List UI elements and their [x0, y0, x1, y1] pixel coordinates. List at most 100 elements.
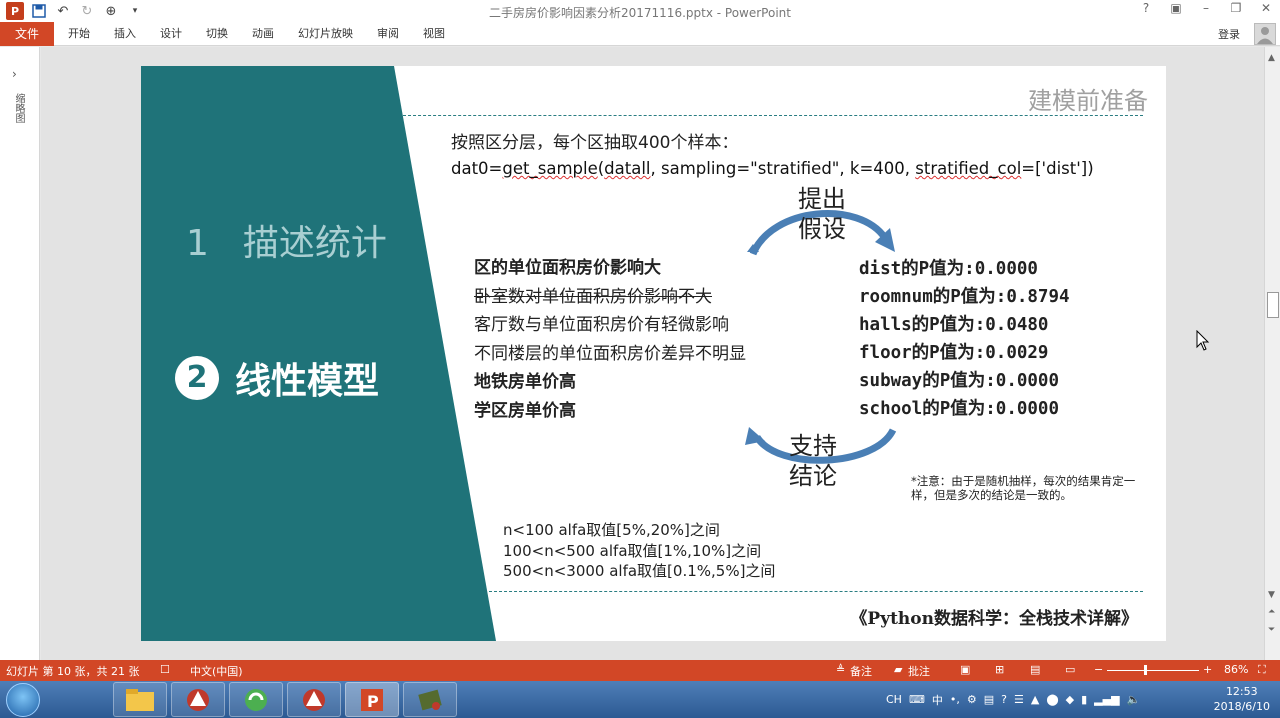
network-monitor-icon[interactable]: ◆ [1066, 693, 1074, 706]
section-nav-1: 1 描述统计 [186, 214, 387, 266]
system-tray: CH ⌨ 中 •, ⚙ ▤ ? ☰ ▲ ⬤ ◆ ▮ ▂▄▆ 🔈 [886, 681, 1140, 718]
title-bar: P ↶ ↻ ⊕ ▾ 二手房房价影响因素分析20171116.pptx - Pow… [0, 0, 1280, 22]
p-value-list: dist的P值为:0.0000 roomnum的P值为:0.8794 halls… [859, 255, 1070, 423]
zoom-out-icon[interactable]: − [1094, 663, 1103, 676]
next-slide-icon[interactable]: ⏷ [1268, 625, 1275, 635]
show-hidden-icons[interactable]: ▲ [1031, 693, 1039, 706]
menu-tray-icon[interactable]: ☰ [1014, 693, 1024, 706]
slide-sorter-icon[interactable]: ⊞ [995, 663, 1004, 676]
sampling-code: dat0=get_sample(datall, sampling="strati… [451, 159, 1094, 178]
slide-counter: 幻灯片 第 10 张，共 21 张 [6, 665, 140, 678]
slide-heading: 建模前准备 [1028, 87, 1148, 115]
restore-icon[interactable]: ❐ [1228, 1, 1244, 15]
input-mode[interactable]: 中 [932, 692, 943, 708]
start-button-icon[interactable] [6, 683, 40, 717]
comments-icon[interactable]: ▰ [894, 663, 902, 676]
sync-app-icon[interactable] [229, 682, 283, 717]
keyboard-icon[interactable]: ⌨ [909, 693, 925, 706]
conclusion-label: 支持 结论 [789, 432, 837, 490]
app-icon[interactable] [171, 682, 225, 717]
p-value-item: floor的P值为:0.0029 [859, 343, 1049, 363]
section-label-2: 线性模型 [235, 361, 380, 402]
close-icon[interactable]: ✕ [1258, 1, 1274, 15]
tab-transitions[interactable]: 切换 [194, 22, 240, 46]
scroll-thumb[interactable] [1267, 292, 1279, 318]
finding-item: 卧室数对单位面积房价影响不大 [474, 286, 712, 307]
tab-file[interactable]: 文件 [0, 22, 54, 46]
divider-bottom [489, 591, 1143, 592]
previous-slide-icon[interactable]: ⏶ [1268, 607, 1275, 617]
section-number-2: 2 [175, 356, 219, 400]
p-value-item: roomnum的P值为:0.8794 [859, 287, 1070, 307]
file-explorer-icon[interactable] [113, 682, 167, 717]
spellcheck-icon[interactable]: ☐ [160, 663, 170, 676]
p-value-item: halls的P值为:0.0480 [859, 315, 1049, 335]
ime-indicator[interactable]: CH [886, 693, 902, 706]
clock[interactable]: 12:53 2018/6/10 [1214, 684, 1270, 714]
scroll-up-icon[interactable]: ▲ [1268, 53, 1275, 63]
reading-view-icon[interactable]: ▤ [1030, 663, 1040, 676]
comments-button[interactable]: 批注 [908, 663, 930, 679]
finding-item: 不同楼层的单位面积房价差异不明显 [474, 343, 746, 364]
scroll-down-icon[interactable]: ▼ [1268, 590, 1275, 600]
tab-insert[interactable]: 插入 [102, 22, 148, 46]
normal-view-icon[interactable]: ▣ [960, 663, 970, 676]
tab-design[interactable]: 设计 [148, 22, 194, 46]
expand-thumbnails-icon[interactable]: › [12, 67, 17, 81]
signal-icon[interactable]: ▂▄▆ [1094, 693, 1119, 706]
zoom-in-icon[interactable]: + [1203, 663, 1212, 676]
p-value-item: subway的P值为:0.0000 [859, 371, 1060, 391]
section-nav-2: 2 线性模型 [175, 352, 379, 404]
app-icon[interactable] [287, 682, 341, 717]
thumbnail-pane: › 缩略图 [0, 47, 40, 660]
help-tray-icon[interactable]: ? [1001, 693, 1007, 706]
hypothesis-label: 提出 假设 [798, 185, 846, 243]
battery-icon[interactable]: ▮ [1081, 693, 1087, 706]
random-sampling-note: *注意：由于是随机抽样，每次的结果肯定一样，但是多次的结论是一致的。 [911, 474, 1136, 502]
findings-list: 区的单位面积房价影响大 卧室数对单位面积房价影响不大 客厅数与单位面积房价有轻微… [474, 254, 746, 425]
alfa-rule: n<100 alfa取值[5%,20%]之间 [503, 521, 720, 539]
volume-icon[interactable]: 🔈 [1127, 693, 1141, 706]
vertical-scrollbar[interactable]: ▲ ▼ ⏶ ⏷ [1264, 47, 1280, 660]
slideshow-view-icon[interactable]: ▭ [1065, 663, 1075, 676]
book-title: 《Python数据科学：全栈技术详解》 [850, 609, 1138, 629]
code-function: get_sample [502, 159, 598, 178]
tab-view[interactable]: 视图 [411, 22, 457, 46]
help-icon[interactable]: ? [1138, 1, 1154, 15]
security-icon[interactable]: ⬤ [1046, 693, 1058, 706]
tab-review[interactable]: 审阅 [365, 22, 411, 46]
alfa-rule: 100<n<500 alfa取值[1%,10%]之间 [503, 541, 762, 560]
ribbon-tabs: 文件 开始 插入 设计 切换 动画 幻灯片放映 审阅 视图 登录 [0, 22, 1280, 46]
zoom-slider-handle[interactable] [1144, 665, 1147, 675]
notes-button[interactable]: 备注 [850, 663, 872, 679]
sign-in-link[interactable]: 登录 [1218, 26, 1240, 42]
notes-icon[interactable]: ≜ [836, 663, 845, 676]
tab-animations[interactable]: 动画 [240, 22, 286, 46]
window-title: 二手房房价影响因素分析20171116.pptx - PowerPoint [489, 6, 791, 20]
mouse-cursor-icon [1196, 330, 1210, 351]
fit-slide-icon[interactable]: ⛶ [1258, 663, 1266, 677]
ribbon-display-icon[interactable]: ▣ [1168, 1, 1184, 15]
p-value-item: school的P值为:0.0000 [859, 399, 1060, 419]
media-app-icon[interactable] [403, 682, 457, 717]
tab-slideshow[interactable]: 幻灯片放映 [286, 22, 365, 46]
taskbar: P CH ⌨ 中 •, ⚙ ▤ ? ☰ ▲ ⬤ ◆ ▮ ▂▄▆ 🔈 12:53 … [0, 681, 1280, 718]
finding-item: 学区房单价高 [474, 400, 576, 421]
section-label-1: 描述统计 [242, 223, 387, 264]
settings-icon[interactable]: ⚙ [967, 693, 977, 706]
softkeyboard-icon[interactable]: ▤ [984, 693, 994, 706]
language-indicator[interactable]: 中文(中国) [190, 663, 243, 679]
punctuation-icon[interactable]: •, [950, 693, 960, 706]
code-keyword: stratified_col [915, 159, 1022, 178]
finding-item: 客厅数与单位面积房价有轻微影响 [474, 315, 729, 335]
finding-item: 地铁房单价高 [474, 372, 576, 392]
alfa-rules: n<100 alfa取值[5%,20%]之间 100<n<500 alfa取值[… [503, 520, 775, 582]
minimize-icon[interactable]: – [1198, 1, 1214, 15]
svg-text:P: P [367, 692, 379, 711]
avatar-icon[interactable] [1254, 23, 1276, 45]
zoom-slider[interactable] [1107, 670, 1199, 671]
slide[interactable]: 建模前准备 1 描述统计 2 线性模型 按照区分层，每个区抽取400个样本： da… [141, 66, 1166, 641]
powerpoint-taskbar-icon[interactable]: P [345, 682, 399, 717]
zoom-level[interactable]: 86% [1224, 663, 1248, 676]
tab-home[interactable]: 开始 [56, 22, 102, 46]
